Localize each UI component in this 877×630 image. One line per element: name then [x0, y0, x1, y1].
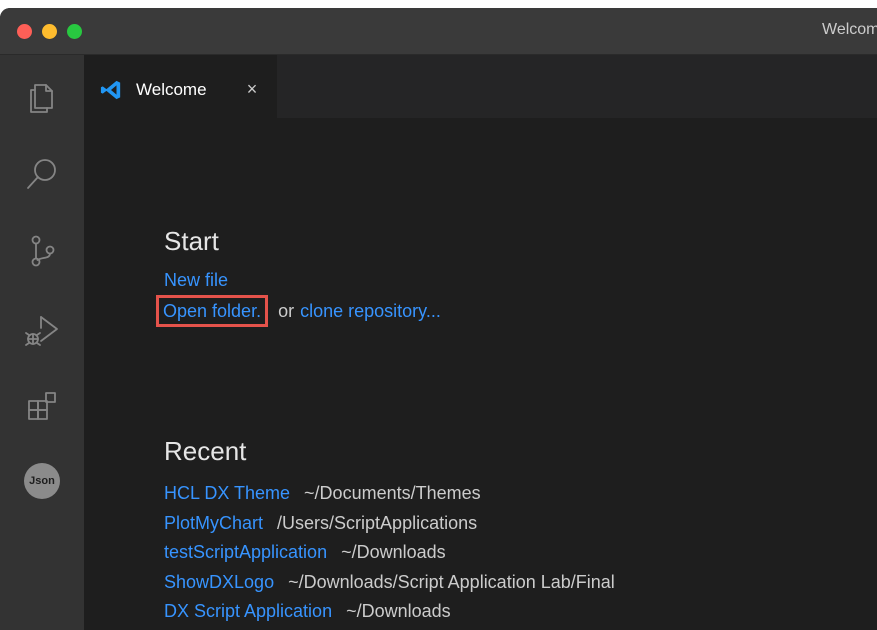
vscode-logo-icon — [100, 80, 121, 100]
recent-item: HCL DX Theme ~/Documents/Themes — [164, 483, 615, 513]
title-bar: Welcome — [0, 8, 877, 55]
minimize-window-button[interactable] — [42, 24, 57, 39]
search-button[interactable] — [14, 146, 70, 202]
recent-item: ShowDXLogo ~/Downloads/Script Applicatio… — [164, 572, 615, 602]
tab-bar: Welcome × — [84, 55, 877, 118]
recent-project-link[interactable]: DX Script Application — [164, 601, 332, 622]
recent-project-path: ~/Downloads — [341, 542, 446, 562]
open-folder-link[interactable]: Open folder. — [156, 295, 269, 327]
recent-project-link[interactable]: testScriptApplication — [164, 542, 327, 563]
recent-project-path: ~/Downloads/Script Application Lab/Final — [288, 571, 615, 592]
activity-bar: Json — [0, 55, 84, 630]
open-folder-row: Open folder. or clone repository... — [156, 295, 441, 327]
recent-item: DX Script Application ~/Downloads — [164, 601, 615, 630]
welcome-page: Start New file Open folder. or clone rep… — [84, 118, 877, 630]
start-heading: Start — [164, 226, 219, 256]
new-file-row: New file — [164, 270, 228, 291]
json-extension-button[interactable]: Json — [14, 453, 70, 509]
json-icon: Json — [24, 463, 60, 499]
source-control-button[interactable] — [14, 223, 70, 279]
recent-heading: Recent — [164, 436, 247, 466]
window-title: Welcome — [822, 21, 877, 38]
clone-repository-link[interactable]: clone repository... — [300, 301, 441, 322]
recent-project-link[interactable]: PlotMyChart — [164, 513, 263, 534]
recent-project-path: ~/Downloads — [346, 601, 451, 621]
recent-project-path: ~/Documents/Themes — [304, 483, 481, 503]
recent-project-link[interactable]: HCL DX Theme — [164, 483, 290, 504]
tab-welcome[interactable]: Welcome × — [84, 55, 278, 118]
vscode-window: Welcome — [0, 8, 877, 630]
maximize-window-button[interactable] — [67, 24, 82, 39]
source-control-icon — [31, 235, 55, 267]
recent-project-path: /Users/ScriptApplications — [277, 512, 478, 533]
close-icon[interactable]: × — [242, 79, 262, 99]
explorer-icon — [30, 84, 53, 113]
explorer-button[interactable] — [14, 69, 70, 125]
run-debug-button[interactable] — [14, 301, 70, 357]
close-window-button[interactable] — [17, 24, 32, 39]
extensions-icon — [28, 392, 56, 420]
extensions-button[interactable] — [14, 378, 70, 434]
or-text: or — [278, 301, 295, 321]
new-file-link[interactable]: New file — [164, 270, 228, 291]
recent-project-link[interactable]: ShowDXLogo — [164, 572, 274, 593]
recent-item: PlotMyChart /Users/ScriptApplications — [164, 513, 615, 543]
tab-label: Welcome — [136, 80, 207, 99]
search-icon — [27, 159, 56, 189]
recent-item: testScriptApplication ~/Downloads — [164, 542, 615, 572]
run-debug-icon — [25, 316, 58, 346]
recent-list: HCL DX Theme ~/Documents/Themes PlotMyCh… — [164, 483, 615, 630]
